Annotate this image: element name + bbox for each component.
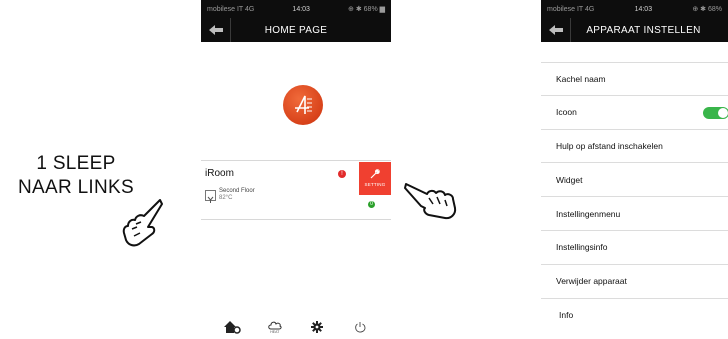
- menu-item-label: Kachel naam: [556, 73, 606, 84]
- menu-item-icoon[interactable]: Icoon: [541, 96, 728, 130]
- nav-power[interactable]: [349, 318, 371, 336]
- heat-label: HEAT: [270, 329, 280, 334]
- header-bar: APPARAAT INSTELLEN: [541, 18, 728, 42]
- menu-item-label: Icoon: [556, 107, 577, 118]
- page-title: APPARAAT INSTELLEN: [586, 24, 701, 36]
- menu-item-label: Hulp op afstand inschakelen: [556, 140, 663, 151]
- menu-item-label: Instellingenmenu: [556, 208, 621, 219]
- menu-item-label: Verwijder apparaat: [556, 276, 627, 287]
- carrier-label: mobilese IT 4G: [207, 5, 255, 13]
- back-button[interactable]: [541, 18, 571, 42]
- room-name: iRoom: [205, 168, 234, 179]
- menu-item-label: Instellingsinfo: [556, 242, 608, 253]
- power-icon: [354, 322, 366, 333]
- icon-toggle[interactable]: [703, 106, 728, 119]
- setting-button[interactable]: SETTING: [359, 162, 391, 195]
- toggle-knob: [718, 107, 728, 118]
- logo-mark-icon: [295, 95, 312, 114]
- swipe-instruction: 1 SLEEP NAAR LINKS: [0, 152, 152, 200]
- status-bar: mobilese IT 4G 14:03 ⊕ ✱ 68% ▆: [201, 0, 391, 18]
- setting-label: SETTING: [364, 182, 386, 187]
- menu-item-kachel-naam[interactable]: Kachel naam: [541, 62, 728, 96]
- room-floor: Second Floor: [219, 188, 255, 194]
- status-badge: 0: [368, 201, 375, 208]
- back-button[interactable]: [201, 18, 231, 42]
- room-card[interactable]: iRoom ! Second Floor 82°C SETTING 0: [201, 160, 391, 220]
- bottom-nav: HEAT: [201, 316, 391, 338]
- nav-settings[interactable]: [306, 318, 328, 336]
- battery-label: ⊕ ✱ 68% ▆: [348, 6, 385, 13]
- instruction-line-1: 1 SLEEP: [36, 153, 116, 174]
- alert-badge: !: [338, 170, 346, 178]
- header-bar: HOME PAGE: [201, 18, 391, 42]
- menu-item-label: Info: [559, 310, 574, 321]
- hand-pointer-icon: [122, 199, 163, 247]
- setting-wrench-icon: [370, 169, 380, 179]
- back-arrow-icon: [548, 25, 563, 35]
- menu-item-remote-help[interactable]: Hulp op afstand inschakelen: [541, 130, 728, 164]
- nav-home[interactable]: [221, 318, 243, 336]
- menu-item-settings-menu[interactable]: Instellingenmenu: [541, 197, 728, 231]
- menu-item-label: Widget: [556, 174, 583, 185]
- phone-settings-screen: mobilese IT 4G 14:03 ⊕ ✱ 68% APPARAAT IN…: [541, 0, 728, 339]
- menu-item-remove-device[interactable]: Verwijder apparaat: [541, 265, 728, 299]
- hand-pointer-icon: [404, 183, 457, 220]
- room-temperature: 82°C: [219, 195, 233, 201]
- nav-heat[interactable]: HEAT: [264, 318, 286, 336]
- carrier-label: mobilese IT 4G: [547, 5, 595, 13]
- brand-logo: [283, 85, 323, 125]
- time-label: 14:03: [292, 5, 310, 13]
- menu-item-info[interactable]: Info: [541, 299, 728, 333]
- stove-icon: [205, 190, 216, 203]
- settings-menu: Kachel naam Icoon Hulp op afstand inscha…: [541, 62, 728, 332]
- time-label: 14:03: [634, 5, 653, 13]
- phone-home-screen: mobilese IT 4G 14:03 ⊕ ✱ 68% ▆ HOME PAGE…: [201, 0, 391, 339]
- gear-icon: [311, 321, 324, 333]
- home-icon: [224, 321, 241, 334]
- heat-cloud-icon: [268, 321, 282, 329]
- back-arrow-icon: [208, 25, 223, 35]
- status-bar: mobilese IT 4G 14:03 ⊕ ✱ 68%: [541, 0, 728, 18]
- battery-label: ⊕ ✱ 68%: [692, 6, 722, 13]
- menu-item-settings-info[interactable]: Instellingsinfo: [541, 231, 728, 265]
- page-title: HOME PAGE: [264, 24, 328, 36]
- menu-item-widget[interactable]: Widget: [541, 163, 728, 198]
